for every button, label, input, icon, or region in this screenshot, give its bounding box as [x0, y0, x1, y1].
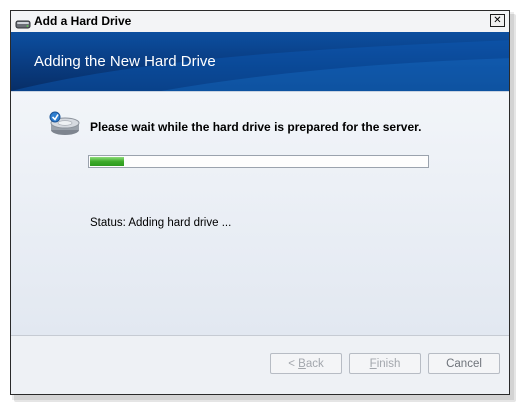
wizard-content: Please wait while the hard drive is prep…: [11, 91, 509, 336]
banner-title: Adding the New Hard Drive: [34, 53, 216, 70]
window-title: Add a Hard Drive: [34, 14, 132, 28]
cancel-label: Cancel: [446, 357, 482, 370]
finish-rest: inish: [376, 357, 401, 370]
progress-fill: [90, 157, 124, 166]
wait-message: Please wait while the hard drive is prep…: [90, 120, 422, 134]
progress-bar: [88, 155, 429, 168]
close-icon: ✕: [493, 14, 502, 26]
status-text: Status: Adding hard drive ...: [90, 217, 232, 229]
hard-drive-icon: [15, 15, 31, 29]
wizard-banner: Adding the New Hard Drive: [11, 32, 509, 91]
back-rest: ack: [305, 357, 324, 370]
back-prefix: <: [288, 357, 299, 370]
wizard-footer: < Back Finish Cancel: [11, 335, 509, 394]
add-hard-drive-dialog: Add a Hard Drive ✕ Adding the New Hard D…: [10, 10, 510, 395]
cancel-button[interactable]: Cancel: [428, 353, 500, 374]
finish-button[interactable]: Finish: [349, 353, 421, 374]
back-mnemonic: B: [298, 357, 306, 370]
title-bar[interactable]: Add a Hard Drive ✕: [11, 11, 509, 33]
finish-mnemonic: F: [369, 357, 377, 370]
close-button[interactable]: ✕: [490, 14, 505, 27]
drive-wizard-icon: [49, 110, 81, 138]
back-button[interactable]: < Back: [270, 353, 342, 374]
